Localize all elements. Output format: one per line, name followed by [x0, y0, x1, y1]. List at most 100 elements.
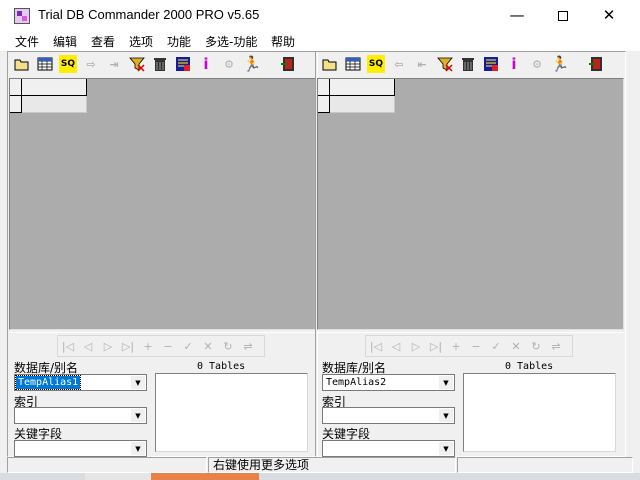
transfer-icon[interactable]: ⇤ — [413, 55, 431, 73]
nav-delete-icon[interactable]: − — [158, 336, 178, 356]
grid-cell[interactable] — [330, 96, 395, 113]
app-icon — [14, 8, 30, 24]
filter-icon[interactable] — [128, 55, 146, 73]
nav-first-icon[interactable]: |◁ — [366, 336, 386, 356]
nav-apply-icon[interactable]: ⇌ — [546, 336, 566, 356]
taskbar-peek — [0, 473, 640, 480]
table-grid-icon[interactable] — [344, 55, 362, 73]
alias-combo[interactable]: TempAlias2 ▼ — [322, 374, 455, 391]
status-bar: 右键使用更多选项 — [7, 457, 633, 473]
nav-refresh-icon[interactable]: ↻ — [526, 336, 546, 356]
chevron-down-icon[interactable]: ▼ — [439, 409, 453, 422]
alias-combo[interactable]: TempAlias1 ▼ — [14, 374, 147, 391]
sql-icon[interactable]: SQ — [59, 55, 77, 73]
nav-last-icon[interactable]: ▷| — [118, 336, 138, 356]
left-data-grid[interactable] — [9, 78, 316, 330]
chevron-down-icon[interactable]: ▼ — [131, 442, 145, 455]
grid-corner — [10, 79, 22, 96]
right-data-grid[interactable] — [317, 78, 624, 330]
nav-next-icon[interactable]: ▷ — [406, 336, 426, 356]
tools-icon[interactable]: ⚙ — [528, 55, 546, 73]
minimize-button[interactable]: — — [494, 0, 540, 31]
menu-multi-functions[interactable]: 多选-功能 — [205, 33, 257, 50]
nav-last-icon[interactable]: ▷| — [426, 336, 446, 356]
nav-insert-icon[interactable]: + — [138, 336, 158, 356]
menu-file[interactable]: 文件 — [15, 33, 39, 50]
title-bar: Trial DB Commander 2000 PRO v5.65 — ✕ — [0, 0, 640, 31]
left-db-navigator: |◁ ◁ ▷ ▷| + − ✓ ✕ ↻ ⇌ — [57, 335, 265, 357]
nav-insert-icon[interactable]: + — [446, 336, 466, 356]
taskbar-item-active[interactable] — [151, 473, 259, 480]
tables-count: 0 Tables — [505, 361, 554, 372]
open-folder-icon[interactable] — [13, 55, 31, 73]
left-bottom-panel: |◁ ◁ ▷ ▷| + − ✓ ✕ ↻ ⇌ 数据库/别名 TempAlias1 … — [9, 332, 316, 457]
alias-value: TempAlias2 — [326, 377, 387, 388]
chevron-down-icon[interactable]: ▼ — [131, 376, 145, 389]
tables-list[interactable] — [155, 373, 308, 452]
grid-corner — [318, 79, 330, 96]
run-icon[interactable]: 🏃 — [243, 55, 262, 73]
right-pane: SQ ⇦ ⇤ i ⚙ 🏃 |◁ ◁ ▷ ▷| + − ✓ ✕ ↻ ⇌ 数据库/别… — [315, 51, 626, 457]
copy-arrow-icon[interactable]: ⇨ — [82, 55, 100, 73]
right-db-navigator: |◁ ◁ ▷ ▷| + − ✓ ✕ ↻ ⇌ — [365, 335, 573, 357]
nav-refresh-icon[interactable]: ↻ — [218, 336, 238, 356]
keyfield-combo[interactable]: ▼ — [14, 440, 147, 457]
chevron-down-icon[interactable]: ▼ — [439, 376, 453, 389]
left-pane: SQ ⇨ ⇥ i ⚙ 🏃 |◁ ◁ ▷ ▷| + − ✓ ✕ ↻ ⇌ 数据库/别… — [7, 51, 318, 457]
nav-post-icon[interactable]: ✓ — [178, 336, 198, 356]
close-button[interactable]: ✕ — [586, 0, 632, 31]
filter-icon[interactable] — [436, 55, 454, 73]
nav-first-icon[interactable]: |◁ — [58, 336, 78, 356]
nav-next-icon[interactable]: ▷ — [98, 336, 118, 356]
menu-functions[interactable]: 功能 — [167, 33, 191, 50]
menu-help[interactable]: 帮助 — [271, 33, 295, 50]
menu-view[interactable]: 查看 — [91, 33, 115, 50]
tables-count: 0 Tables — [197, 361, 246, 372]
maximize-button[interactable] — [540, 0, 586, 31]
client-area: SQ ⇨ ⇥ i ⚙ 🏃 |◁ ◁ ▷ ▷| + − ✓ ✕ ↻ ⇌ 数据库/别… — [0, 51, 640, 480]
delete-trash-icon[interactable] — [459, 55, 477, 73]
grid-cell[interactable] — [22, 96, 87, 113]
menu-bar: 文件 编辑 查看 选项 功能 多选-功能 帮助 — [0, 31, 640, 51]
status-panel-right — [457, 457, 633, 473]
status-hint: 右键使用更多选项 — [208, 457, 456, 473]
chevron-down-icon[interactable]: ▼ — [131, 409, 145, 422]
keyfield-combo[interactable]: ▼ — [322, 440, 455, 457]
maximize-icon — [558, 10, 568, 21]
nav-prior-icon[interactable]: ◁ — [386, 336, 406, 356]
open-folder-icon[interactable] — [321, 55, 339, 73]
alias-value: TempAlias1 — [14, 375, 82, 390]
grid-column-header[interactable] — [22, 79, 87, 96]
database-icon[interactable] — [174, 55, 192, 73]
delete-trash-icon[interactable] — [151, 55, 169, 73]
nav-apply-icon[interactable]: ⇌ — [238, 336, 258, 356]
nav-cancel-icon[interactable]: ✕ — [506, 336, 526, 356]
menu-edit[interactable]: 编辑 — [53, 33, 77, 50]
run-icon[interactable]: 🏃 — [551, 55, 570, 73]
index-combo[interactable]: ▼ — [14, 407, 147, 424]
exit-icon[interactable] — [587, 55, 605, 73]
nav-prior-icon[interactable]: ◁ — [78, 336, 98, 356]
tools-icon[interactable]: ⚙ — [220, 55, 238, 73]
nav-cancel-icon[interactable]: ✕ — [198, 336, 218, 356]
exit-icon[interactable] — [279, 55, 297, 73]
grid-row-indicator — [318, 96, 330, 113]
right-toolbar: SQ ⇦ ⇤ i ⚙ 🏃 — [317, 53, 624, 77]
grid-column-header[interactable] — [330, 79, 395, 96]
copy-arrow-icon[interactable]: ⇦ — [390, 55, 408, 73]
menu-options[interactable]: 选项 — [129, 33, 153, 50]
right-bottom-panel: |◁ ◁ ▷ ▷| + − ✓ ✕ ↻ ⇌ 数据库/别名 TempAlias2 … — [317, 332, 624, 457]
taskbar-item[interactable] — [85, 473, 151, 480]
sql-icon[interactable]: SQ — [367, 55, 385, 73]
nav-delete-icon[interactable]: − — [466, 336, 486, 356]
info-icon[interactable]: i — [197, 55, 215, 73]
chevron-down-icon[interactable]: ▼ — [439, 442, 453, 455]
left-toolbar: SQ ⇨ ⇥ i ⚙ 🏃 — [9, 53, 316, 77]
tables-list[interactable] — [463, 373, 616, 452]
table-grid-icon[interactable] — [36, 55, 54, 73]
nav-post-icon[interactable]: ✓ — [486, 336, 506, 356]
index-combo[interactable]: ▼ — [322, 407, 455, 424]
database-icon[interactable] — [482, 55, 500, 73]
transfer-icon[interactable]: ⇥ — [105, 55, 123, 73]
info-icon[interactable]: i — [505, 55, 523, 73]
